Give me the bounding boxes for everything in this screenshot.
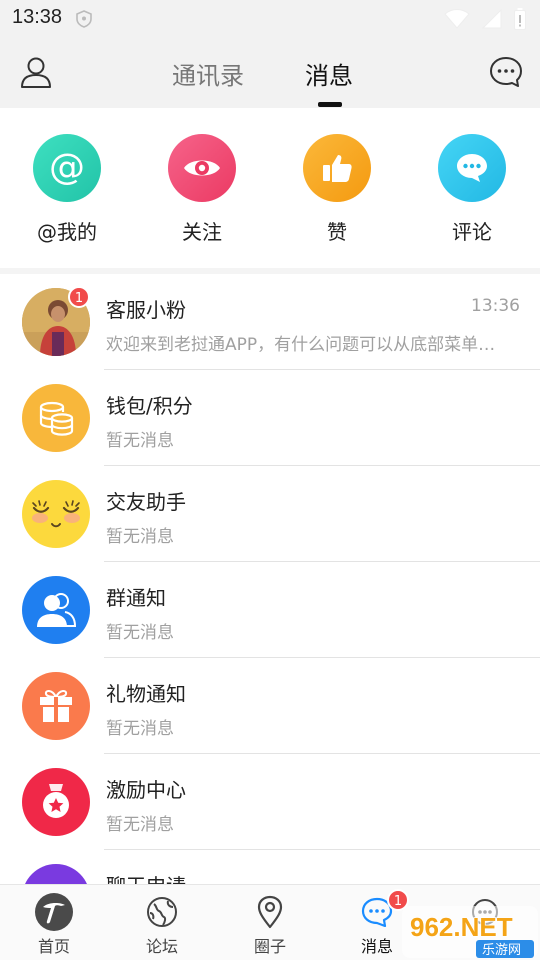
home-logo-icon bbox=[34, 893, 74, 931]
coin-stack-icon bbox=[22, 384, 90, 452]
quick-action-label: 评论 bbox=[452, 220, 492, 244]
list-item[interactable]: 钱包/积分 暂无消息 bbox=[0, 370, 540, 466]
list-item-title: 聊天申请 bbox=[106, 870, 186, 884]
wifi-icon bbox=[444, 9, 470, 29]
quick-action-comment[interactable]: 评论 bbox=[422, 134, 522, 245]
message-list: 1 客服小粉 13:36 欢迎来到老挝通APP，有什么问题可以从底部菜单找到小粉… bbox=[0, 274, 540, 884]
list-item-preview: 暂无消息 bbox=[106, 623, 174, 643]
list-item-title: 客服小粉 bbox=[106, 298, 186, 322]
chat-bubble-icon[interactable] bbox=[488, 54, 524, 90]
thumbs-up-icon bbox=[303, 134, 371, 202]
quick-actions: @ @我的 关注 赞 评论 bbox=[0, 108, 540, 268]
nav-circle[interactable]: 圈子 bbox=[225, 893, 315, 957]
list-item[interactable]: 1 客服小粉 13:36 欢迎来到老挝通APP，有什么问题可以从底部菜单找到小粉… bbox=[0, 274, 540, 370]
nav-forum[interactable]: 论坛 bbox=[117, 893, 207, 957]
list-item-title: 钱包/积分 bbox=[106, 394, 193, 418]
nav-home[interactable]: 首页 bbox=[9, 893, 99, 957]
list-item[interactable]: 激励中心 暂无消息 bbox=[0, 754, 540, 850]
unread-badge: 1 bbox=[68, 286, 90, 308]
list-item-title: 礼物通知 bbox=[106, 682, 186, 706]
nav-label: 首页 bbox=[37, 937, 70, 956]
status-icons bbox=[444, 8, 526, 30]
message-icon: 1 bbox=[357, 889, 409, 931]
quick-action-label: 关注 bbox=[182, 220, 222, 244]
medal-icon bbox=[22, 768, 90, 836]
list-item-preview: 欢迎来到老挝通APP，有什么问题可以从底部菜单找到小粉哦 bbox=[106, 335, 498, 355]
tab-messages[interactable]: 消息 bbox=[305, 56, 353, 91]
chat-request-icon bbox=[22, 864, 90, 884]
at-icon: @ bbox=[33, 134, 101, 202]
quick-action-like[interactable]: 赞 bbox=[287, 134, 387, 245]
list-item-title: 激励中心 bbox=[106, 778, 186, 802]
comment-icon bbox=[438, 134, 506, 202]
watermark-brand: 962.NET bbox=[410, 912, 513, 942]
shield-icon bbox=[76, 10, 92, 28]
quick-action-label: @我的 bbox=[37, 220, 97, 244]
list-item-title: 群通知 bbox=[106, 586, 166, 610]
smiley-face-icon bbox=[22, 480, 90, 548]
signal-icon bbox=[482, 9, 502, 29]
list-item[interactable]: 礼物通知 暂无消息 bbox=[0, 658, 540, 754]
list-item-time: 13:36 bbox=[471, 296, 520, 316]
list-item-preview: 暂无消息 bbox=[106, 527, 174, 547]
globe-icon bbox=[142, 893, 182, 931]
battery-icon bbox=[514, 8, 526, 30]
list-item-preview: 暂无消息 bbox=[106, 719, 174, 739]
nav-label: 圈子 bbox=[253, 937, 286, 956]
watermark-sub: 乐游网 bbox=[482, 943, 521, 958]
group-users-icon bbox=[22, 576, 90, 644]
profile-icon[interactable] bbox=[18, 54, 54, 90]
list-item[interactable]: 群通知 暂无消息 bbox=[0, 562, 540, 658]
eye-icon bbox=[168, 134, 236, 202]
location-pin-icon bbox=[250, 893, 290, 931]
list-item-title: 交友助手 bbox=[106, 490, 186, 514]
list-item[interactable]: 交友助手 暂无消息 bbox=[0, 466, 540, 562]
list-item-preview: 暂无消息 bbox=[106, 815, 174, 835]
quick-action-label: 赞 bbox=[327, 220, 347, 244]
list-item[interactable]: 聊天申请 bbox=[0, 850, 540, 884]
status-bar: 13:38 bbox=[0, 0, 540, 38]
quick-action-follow[interactable]: 关注 bbox=[152, 134, 252, 245]
site-watermark: 962.NET 乐游网 bbox=[400, 904, 540, 960]
active-tab-indicator bbox=[318, 102, 342, 107]
list-item-preview: 暂无消息 bbox=[106, 431, 174, 451]
quick-action-at-me[interactable]: @ @我的 bbox=[17, 134, 117, 245]
tab-contacts[interactable]: 通讯录 bbox=[172, 56, 244, 91]
status-time: 13:38 bbox=[12, 6, 63, 28]
gift-icon bbox=[22, 672, 90, 740]
nav-label: 论坛 bbox=[145, 937, 178, 956]
app-header: 通讯录 消息 bbox=[0, 38, 540, 108]
